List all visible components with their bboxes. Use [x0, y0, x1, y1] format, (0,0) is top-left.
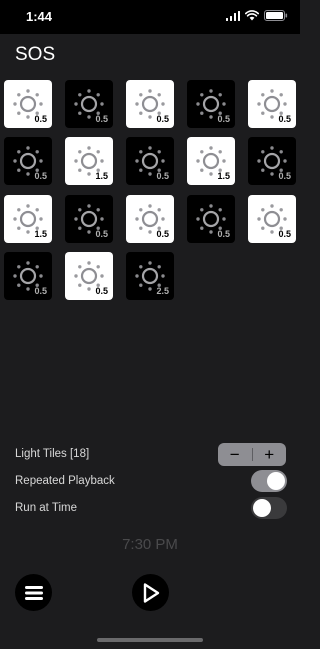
menu-button[interactable]	[15, 574, 52, 611]
tile-duration: 0.5	[95, 114, 108, 124]
tile-duration: 2.5	[156, 285, 169, 296]
tile-duration: 0.5	[156, 114, 169, 124]
increment-button[interactable]: +	[252, 443, 286, 466]
light-tile[interactable]: 0.5	[65, 194, 113, 243]
tile-duration: 0.5	[217, 228, 230, 239]
decrement-button[interactable]: −	[218, 443, 252, 466]
light-tile[interactable]: 2.5	[126, 251, 174, 300]
time-picker-value[interactable]: 7:30 PM	[0, 536, 300, 553]
signal-icon	[225, 10, 240, 21]
light-tile[interactable]: 0.5	[126, 194, 174, 243]
status-time: 1:44	[26, 9, 53, 24]
light-tile[interactable]: 0.5	[187, 194, 235, 243]
light-tile[interactable]: 0.5	[126, 80, 174, 128]
tile-duration: 0.5	[95, 228, 108, 239]
battery-icon	[264, 10, 288, 21]
tile-duration: 1.5	[34, 228, 47, 239]
home-indicator	[97, 638, 203, 642]
light-tile[interactable]: 0.5	[248, 137, 296, 186]
light-tile[interactable]: 0.5	[4, 251, 52, 300]
tile-duration: 0.5	[156, 171, 169, 182]
light-tile[interactable]: 0.5	[65, 80, 113, 128]
menu-icon	[24, 585, 43, 600]
light-tile[interactable]: 0.5	[4, 137, 52, 186]
light-tile[interactable]: 0.5	[126, 137, 174, 186]
wifi-icon	[245, 10, 259, 21]
light-tile[interactable]: 0.5	[65, 251, 113, 300]
tile-duration: 0.5	[34, 114, 47, 124]
tile-duration: 0.5	[95, 285, 108, 296]
repeated-playback-label: Repeated Playback	[15, 475, 115, 487]
light-tile[interactable]: 1.5	[187, 137, 235, 186]
repeated-playback-toggle[interactable]	[251, 470, 287, 492]
tile-duration: 1.5	[217, 171, 230, 182]
light-tile[interactable]: 1.5	[65, 137, 113, 186]
run-at-time-toggle[interactable]	[251, 497, 287, 519]
status-bar: 1:44	[0, 0, 300, 34]
light-tile[interactable]: 0.5	[187, 80, 235, 128]
play-icon	[143, 582, 159, 603]
page-title: SOS	[15, 44, 56, 65]
status-icons	[225, 10, 289, 21]
light-tile[interactable]: 0.5	[248, 194, 296, 243]
light-tiles-stepper: − +	[218, 443, 286, 466]
light-tiles-label: Light Tiles [18]	[15, 448, 90, 460]
light-tile[interactable]: 0.5	[248, 80, 296, 128]
tile-duration: 0.5	[34, 171, 47, 182]
toggle-knob	[267, 472, 285, 490]
light-tile[interactable]: 1.5	[4, 194, 52, 243]
toggle-knob	[253, 499, 271, 517]
tile-duration: 0.5	[278, 114, 291, 124]
play-button[interactable]	[132, 574, 169, 611]
tile-duration: 0.5	[34, 285, 47, 296]
tile-duration: 0.5	[278, 171, 291, 182]
tile-grid: 0.5 0.5 0.5 0.5 0.5 0.5 1.5 0.5 1.5 0.5 1.5 0.5 0.5 0…	[4, 80, 296, 302]
run-at-time-label: Run at Time	[15, 502, 77, 514]
tile-duration: 1.5	[95, 171, 108, 182]
tile-duration: 0.5	[278, 228, 291, 239]
light-tile[interactable]: 0.5	[4, 80, 52, 128]
tile-duration: 0.5	[156, 228, 169, 239]
tile-duration: 0.5	[217, 114, 230, 124]
